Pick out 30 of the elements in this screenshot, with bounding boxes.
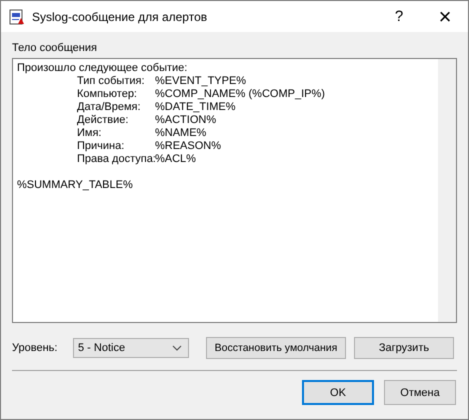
help-button[interactable]: ?	[376, 1, 422, 32]
message-body-label: Тело сообщения	[12, 42, 98, 56]
field-placeholder: %ACL%	[155, 153, 197, 166]
close-button[interactable]: ×	[422, 1, 468, 32]
chevron-down-icon	[172, 345, 182, 351]
field-placeholder: %REASON%	[155, 140, 222, 153]
level-dropdown[interactable]: 5 - Notice	[73, 338, 189, 358]
field-name: Права доступа:	[77, 153, 155, 166]
dialog-button[interactable]: OK	[302, 380, 374, 405]
action-button[interactable]: Загрузить	[354, 337, 454, 359]
field-placeholder: %COMP_NAME% (%COMP_IP%)	[155, 88, 326, 101]
log-file-icon	[9, 8, 25, 24]
scrollbar[interactable]	[438, 59, 456, 322]
message-body-field[interactable]: Произошло следующее событие: Тип события: %EVENT_TYPE% Компьютер: %COMP_NAME% (%COMP_IP%) Дата/Время: %DATE_TIME% Действие: %ACTION% Имя: %NAME% Причина: %REASON% Права доступа:%ACL% %SUMMARY_TABLE%	[12, 58, 457, 323]
field-name: Действие:	[77, 114, 130, 127]
field-name: Имя:	[77, 127, 102, 140]
field-placeholder: %ACTION%	[155, 114, 218, 127]
field-placeholder: %EVENT_TYPE%	[155, 75, 248, 88]
field-name: Компьютер:	[77, 88, 138, 101]
action-button[interactable]: Восстановить умолчания	[206, 337, 346, 359]
field-name: Причина:	[77, 140, 126, 153]
field-name: Тип события:	[77, 75, 146, 88]
window-title: Syslog-сообщение для алертов	[32, 10, 208, 24]
text-line: %SUMMARY_TABLE%	[17, 179, 134, 192]
field-placeholder: %NAME%	[155, 127, 208, 140]
field-placeholder: %DATE_TIME%	[155, 101, 236, 114]
text-line: Произошло следующее событие:	[17, 62, 188, 75]
dialog-button[interactable]: Отмена	[384, 380, 456, 405]
field-name: Дата/Время:	[77, 101, 142, 114]
level-label: Уровень:	[12, 342, 58, 354]
